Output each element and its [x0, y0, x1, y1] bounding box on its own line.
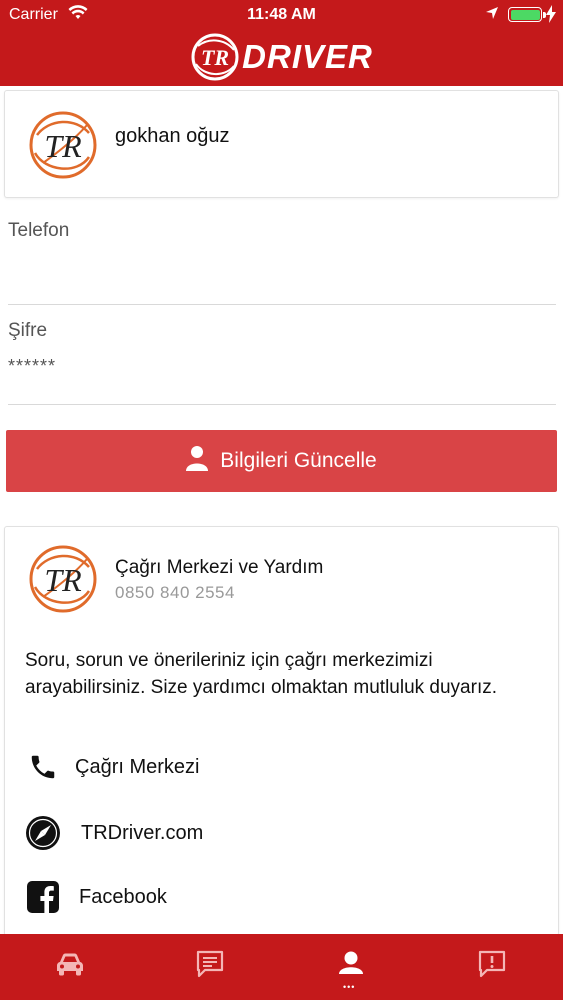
call-center-link[interactable]: Çağrı Merkezi [23, 747, 199, 787]
svg-text:TR: TR [44, 128, 82, 164]
website-label: TRDriver.com [81, 821, 204, 844]
update-info-button-label: Bilgileri Güncelle [220, 449, 377, 472]
brand-logo: TR DRIVER [0, 32, 563, 82]
app-header: Carrier 11:48 AM TR DRIVER [0, 0, 563, 86]
password-input[interactable]: ****** [8, 356, 556, 377]
phone-input[interactable] [8, 256, 556, 278]
phone-divider [8, 304, 556, 305]
phone-field[interactable]: Telefon [8, 220, 556, 305]
compass-icon [23, 813, 63, 853]
facebook-label: Facebook [79, 885, 167, 908]
report-icon [477, 949, 507, 984]
user-icon [186, 445, 209, 477]
svg-text:TR: TR [44, 562, 82, 598]
profile-card: TR gokhan oğuz [4, 90, 559, 198]
battery-icon [508, 7, 546, 22]
status-time: 11:48 AM [247, 6, 316, 23]
tab-profile[interactable]: ••• [331, 946, 371, 992]
facebook-link[interactable]: Facebook [23, 877, 167, 917]
tab-messages[interactable] [190, 946, 230, 986]
messages-icon [195, 949, 225, 984]
password-label: Şifre [8, 320, 48, 341]
status-bar: Carrier 11:48 AM [0, 0, 563, 28]
help-logo: TR [29, 545, 97, 613]
phone-icon [23, 747, 63, 787]
tr-logo-icon: TR [191, 33, 239, 81]
profile-name: gokhan oğuz [115, 125, 230, 147]
help-phone-number[interactable]: 0850 840 2554 [115, 583, 235, 603]
help-title: Çağrı Merkezi ve Yardım [115, 557, 324, 578]
update-info-button[interactable]: Bilgileri Güncelle [6, 430, 557, 492]
svg-text:TR: TR [201, 45, 229, 70]
help-card: TR Çağrı Merkezi ve Yardım 0850 840 2554… [4, 526, 559, 936]
car-icon [55, 951, 85, 982]
avatar: TR [29, 111, 97, 179]
bottom-tab-bar: ••• [0, 934, 563, 1000]
phone-label: Telefon [8, 220, 70, 241]
tab-report[interactable] [472, 946, 512, 986]
location-arrow-icon [485, 6, 499, 25]
password-field[interactable]: Şifre ****** [8, 320, 556, 405]
password-divider [8, 404, 556, 405]
website-link[interactable]: TRDriver.com [23, 813, 203, 853]
tab-rides[interactable] [50, 946, 90, 986]
profile-icon [338, 950, 364, 983]
help-description: Soru, sorun ve önerileriniz için çağrı m… [25, 650, 498, 698]
brand-wordmark: DRIVER [242, 38, 373, 75]
charging-bolt-icon [546, 5, 556, 28]
active-tab-indicator: ••• [343, 982, 356, 992]
facebook-icon [23, 877, 63, 917]
call-center-label: Çağrı Merkezi [75, 755, 200, 778]
